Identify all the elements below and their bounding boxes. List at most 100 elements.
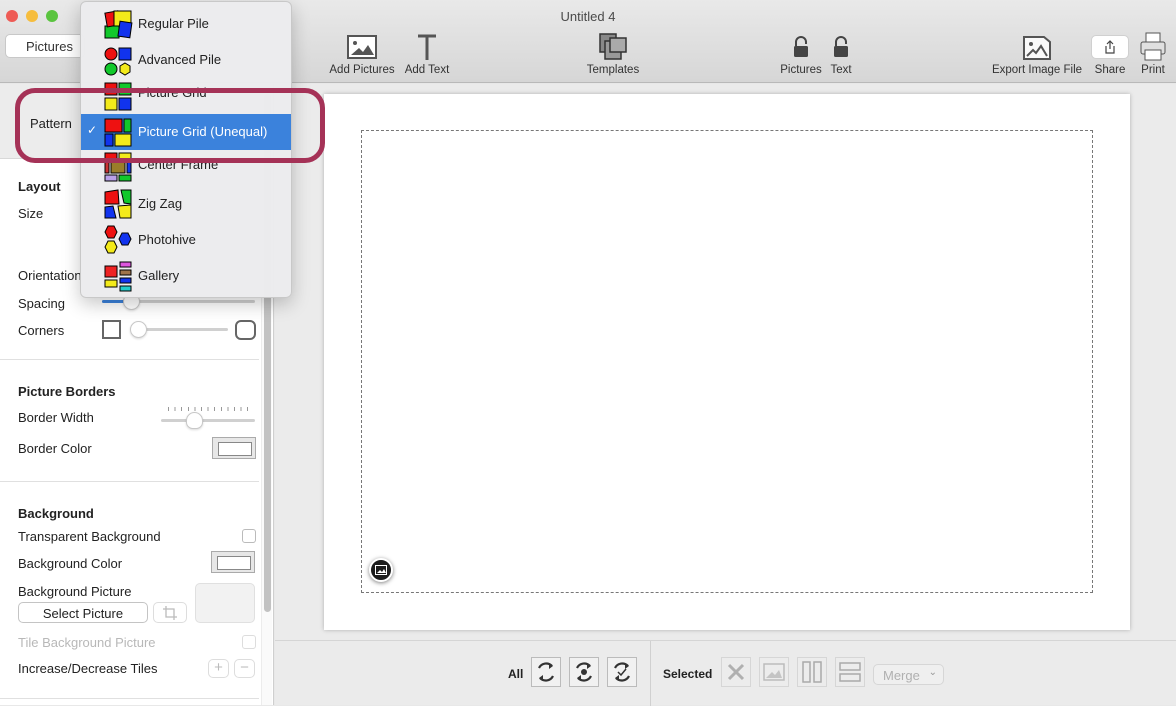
photohive-icon <box>104 225 132 254</box>
export-image-button[interactable]: Export Image File <box>990 30 1084 76</box>
bottom-bar: All Selected Merge ⌄ <box>275 640 1176 706</box>
merge-label: Merge <box>883 668 920 683</box>
menu-item-label: Center Frame <box>138 157 219 172</box>
menu-item-label: Photohive <box>138 232 196 247</box>
background-picture-well[interactable] <box>195 583 255 623</box>
shuffle-icon <box>538 662 554 682</box>
add-pictures-label: Add Pictures <box>329 64 395 76</box>
split-vertical-button[interactable] <box>797 657 827 687</box>
templates-icon <box>582 30 644 64</box>
divider <box>650 641 651 706</box>
center-frame-icon <box>104 152 132 182</box>
size-label: Size <box>18 206 44 221</box>
selected-label: Selected <box>663 667 713 681</box>
menu-item-label: Picture Grid (Unequal) <box>138 124 268 139</box>
corners-label: Corners <box>18 323 65 338</box>
share-icon <box>1091 35 1129 59</box>
background-color-well[interactable] <box>211 551 255 573</box>
shuffle-all-button[interactable] <box>531 657 561 687</box>
background-header: Background <box>18 506 94 521</box>
divider <box>0 481 259 482</box>
lock-text-label: Text <box>830 64 852 76</box>
lock-pictures-button[interactable]: Pictures <box>776 30 826 76</box>
menu-item-picture-grid-unequal[interactable]: ✓ Picture Grid (Unequal) <box>81 114 291 150</box>
menu-item-regular-pile[interactable]: Regular Pile <box>81 6 291 42</box>
templates-label: Templates <box>586 64 640 76</box>
tile-background-checkbox[interactable] <box>242 635 256 649</box>
border-width-ticks <box>168 407 250 411</box>
increase-tiles-button[interactable]: + <box>208 659 229 678</box>
menu-item-zig-zag[interactable]: Zig Zag <box>81 186 291 222</box>
decrease-tiles-button[interactable]: − <box>234 659 255 678</box>
tiles-label: Increase/Decrease Tiles <box>18 661 158 676</box>
x-icon <box>727 663 745 681</box>
select-picture-button[interactable]: Select Picture <box>18 602 148 623</box>
lock-text-button[interactable]: Text <box>826 30 856 76</box>
all-label: All <box>508 667 524 681</box>
split-horizontal-button[interactable] <box>835 657 865 687</box>
menu-item-label: Picture Grid <box>138 85 207 100</box>
chevron-down-icon: ⌄ <box>928 667 937 678</box>
check-all-button[interactable] <box>607 657 637 687</box>
unlock-icon <box>776 30 826 64</box>
divider <box>0 359 259 360</box>
image-icon <box>375 565 387 575</box>
pattern-menu: Regular Pile Advanced Pile Picture Grid … <box>80 1 292 298</box>
image-icon <box>326 30 398 64</box>
menu-item-photohive[interactable]: Photohive <box>81 222 291 258</box>
background-picture-label: Background Picture <box>18 584 132 599</box>
corners-slider-knob[interactable] <box>130 321 147 338</box>
menu-item-label: Gallery <box>138 268 180 283</box>
pattern-label: Pattern <box>30 116 72 131</box>
print-label: Print <box>1141 64 1165 76</box>
rounded-corners-icon <box>235 320 256 340</box>
add-text-button[interactable]: Add Text <box>400 30 454 76</box>
collage-page[interactable] <box>324 94 1130 630</box>
border-width-label: Border Width <box>18 410 94 425</box>
share-button[interactable]: Share <box>1090 30 1130 76</box>
border-color-label: Border Color <box>18 441 92 456</box>
orientation-label: Orientation <box>18 268 82 283</box>
pictures-segment[interactable]: Pictures <box>5 34 85 58</box>
advanced-pile-icon <box>104 47 132 76</box>
split-horizontal-icon <box>839 662 861 682</box>
transparent-background-label: Transparent Background <box>18 529 161 544</box>
delete-selected-button[interactable] <box>721 657 751 687</box>
export-image-label: Export Image File <box>991 64 1083 76</box>
transparent-background-checkbox[interactable] <box>242 529 256 543</box>
menu-item-gallery[interactable]: Gallery <box>81 258 291 294</box>
print-button[interactable]: Print <box>1136 30 1170 76</box>
templates-button[interactable]: Templates <box>582 30 644 76</box>
menu-item-center-frame[interactable]: Center Frame <box>81 150 291 186</box>
replace-picture-button[interactable] <box>759 657 789 687</box>
gallery-icon <box>104 261 132 292</box>
background-image-button[interactable] <box>369 558 393 582</box>
picture-borders-header: Picture Borders <box>18 384 116 399</box>
border-width-slider[interactable] <box>161 419 255 422</box>
picture-grid-unequal-icon <box>104 118 132 147</box>
image-icon <box>763 663 785 681</box>
picture-grid-icon <box>104 82 132 111</box>
square-corners-icon <box>102 320 121 339</box>
border-width-slider-knob[interactable] <box>186 412 203 429</box>
menu-item-advanced-pile[interactable]: Advanced Pile <box>81 42 291 78</box>
menu-item-label: Zig Zag <box>138 196 183 211</box>
add-text-label: Add Text <box>404 64 450 76</box>
crop-icon <box>163 606 177 620</box>
lock-pictures-label: Pictures <box>780 64 822 76</box>
split-vertical-icon <box>802 661 822 683</box>
printer-icon <box>1136 30 1170 64</box>
merge-dropdown[interactable]: Merge ⌄ <box>873 664 944 685</box>
menu-item-picture-grid[interactable]: Picture Grid <box>81 78 291 114</box>
tile-background-label: Tile Background Picture <box>18 635 156 650</box>
drop-area[interactable] <box>361 130 1093 593</box>
export-image-icon <box>990 30 1084 64</box>
background-color-label: Background Color <box>18 556 123 571</box>
checkmark-icon: ✓ <box>87 123 98 137</box>
center-all-button[interactable] <box>569 657 599 687</box>
crop-button[interactable] <box>153 602 187 623</box>
add-pictures-button[interactable]: Add Pictures <box>326 30 398 76</box>
check-rotate-icon <box>614 662 630 682</box>
border-color-well[interactable] <box>212 437 256 459</box>
spacing-label: Spacing <box>18 296 65 311</box>
